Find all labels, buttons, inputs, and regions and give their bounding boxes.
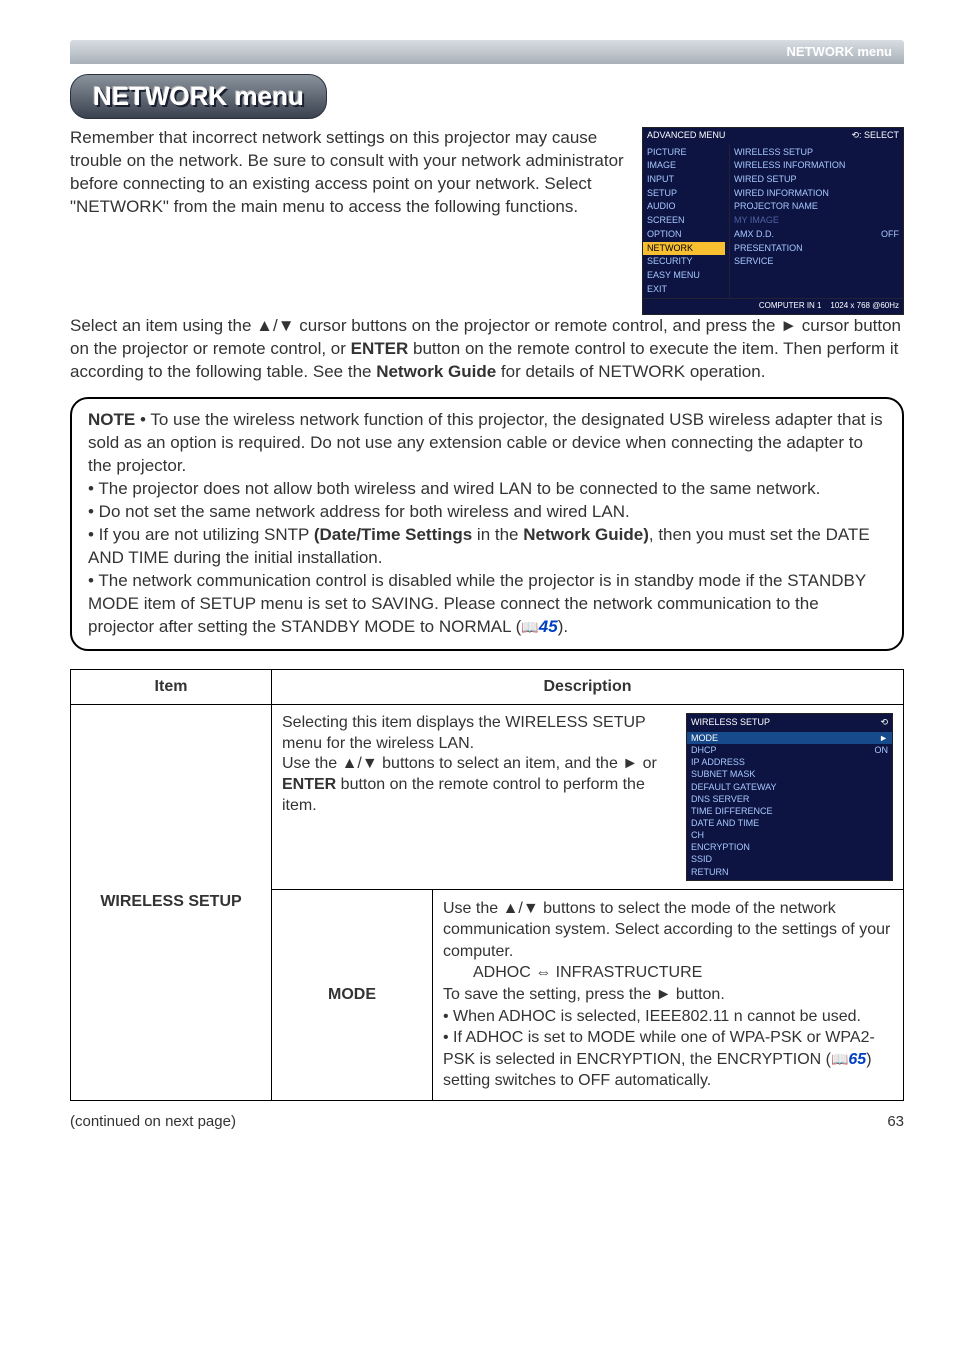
book-icon (521, 617, 538, 636)
osd-wireless-setup: WIRELESS SETUP⟲ MODE► DHCPON IP ADDRESS … (686, 713, 893, 881)
description-table: Item Description WIRELESS SETUP Selectin… (70, 669, 904, 1101)
mode-desc: Use the ▲/▼ buttons to select the mode o… (433, 889, 904, 1100)
row-wireless-setup: WIRELESS SETUP (71, 704, 272, 1100)
continued-label: (continued on next page) (70, 1113, 236, 1130)
col-desc: Description (272, 669, 904, 704)
note-box: NOTE • To use the wireless network funct… (70, 397, 904, 650)
col-item: Item (71, 669, 272, 704)
intro-paragraph-2: Select an item using the ▲/▼ cursor butt… (70, 315, 904, 384)
page-footer: (continued on next page) 63 (70, 1113, 904, 1130)
header-bar: NETWORK menu (70, 40, 904, 64)
osd-left-col: PICTURE IMAGE INPUT SETUP AUDIO SCREEN O… (643, 144, 730, 299)
wireless-desc: Selecting this item displays the WIRELES… (282, 713, 678, 881)
osd-right-col: WIRELESS SETUP WIRELESS INFORMATION WIRE… (730, 144, 903, 299)
osd-advanced-menu: ADVANCED MENU ⟲: SELECT PICTURE IMAGE IN… (642, 127, 904, 315)
section-pill: NETWORK menu (70, 74, 327, 119)
book-icon (831, 1051, 848, 1068)
row-mode: MODE (272, 889, 433, 1100)
header-label: NETWORK menu (787, 44, 892, 59)
intro-paragraph-1: Remember that incorrect network settings… (70, 127, 632, 315)
page-number: 63 (887, 1113, 904, 1130)
